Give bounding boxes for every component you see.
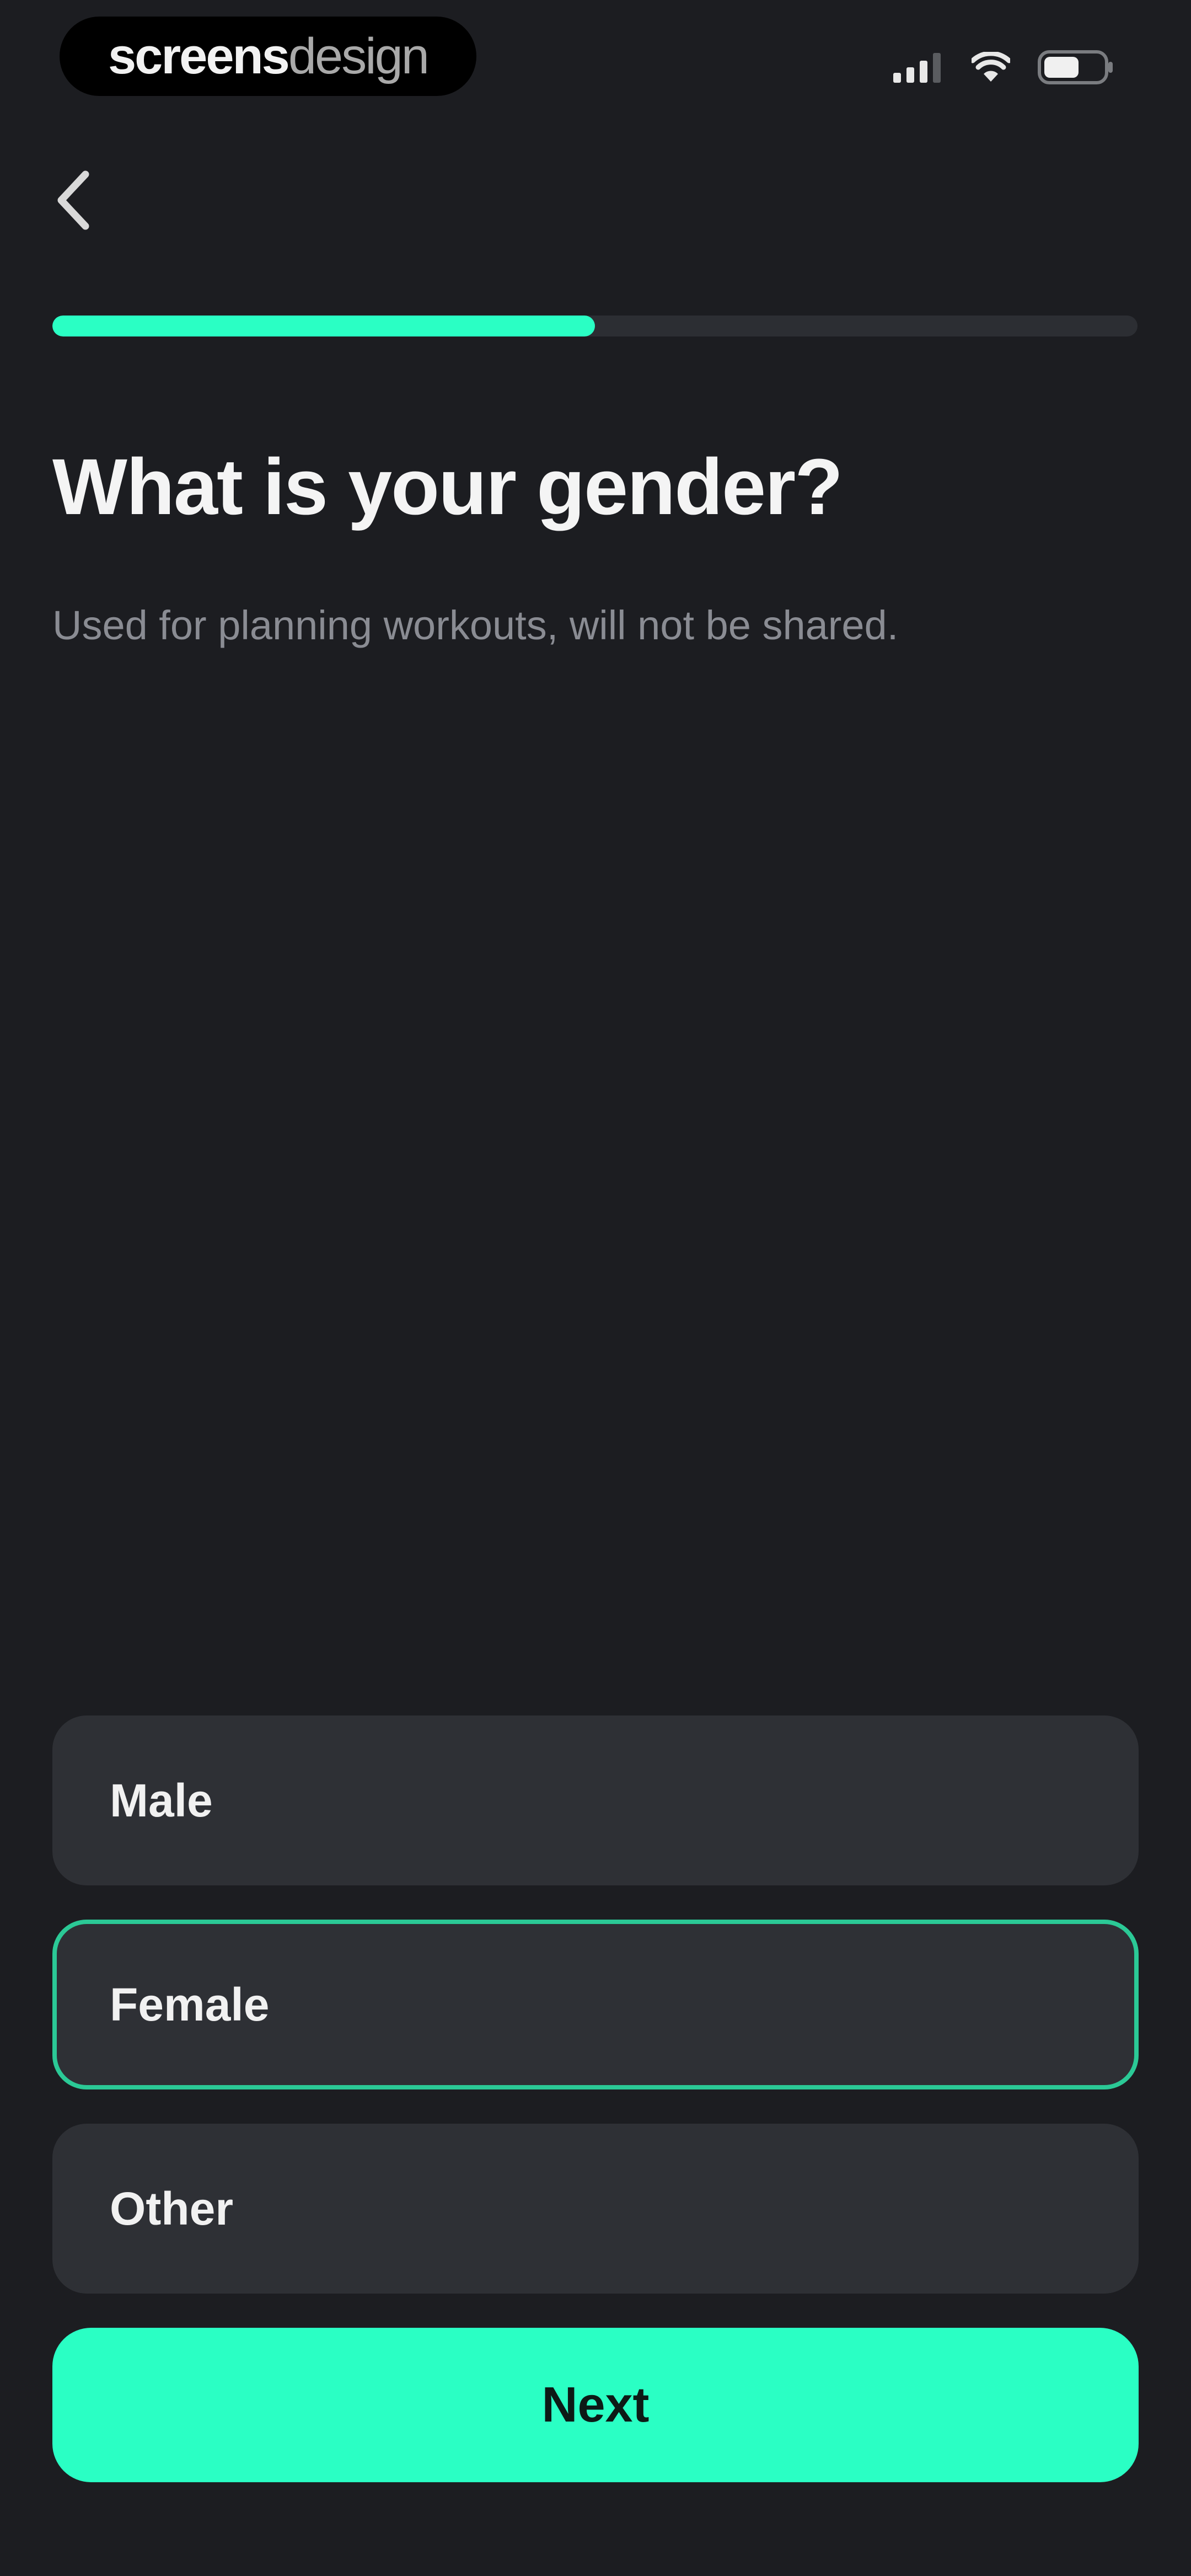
wifi-icon: [970, 50, 1012, 85]
progress-bar-fill: [52, 316, 595, 336]
battery-icon: [1038, 50, 1114, 88]
gender-options: Male Female Other: [52, 1715, 1139, 2328]
chevron-left-icon: [55, 170, 93, 233]
status-icons: [893, 49, 1114, 88]
watermark-text-bold: screens: [108, 28, 290, 84]
option-female[interactable]: Female: [52, 1920, 1139, 2089]
page-title: What is your gender?: [52, 442, 843, 531]
status-bar: screens design: [0, 0, 1191, 127]
option-other[interactable]: Other: [52, 2124, 1139, 2294]
page-subtitle: Used for planning workouts, will not be …: [52, 602, 899, 648]
option-male[interactable]: Male: [52, 1715, 1139, 1885]
back-button[interactable]: [46, 165, 101, 237]
option-label: Other: [110, 2182, 234, 2235]
watermark-logo: screens design: [60, 17, 476, 96]
watermark-text-light: design: [288, 28, 430, 84]
option-label: Male: [110, 1774, 213, 1826]
cellular-signal-icon: [893, 52, 944, 85]
next-button-label: Next: [541, 2377, 650, 2433]
option-label: Female: [110, 1978, 270, 2030]
next-button[interactable]: Next: [52, 2328, 1139, 2482]
progress-bar: [52, 316, 1138, 336]
